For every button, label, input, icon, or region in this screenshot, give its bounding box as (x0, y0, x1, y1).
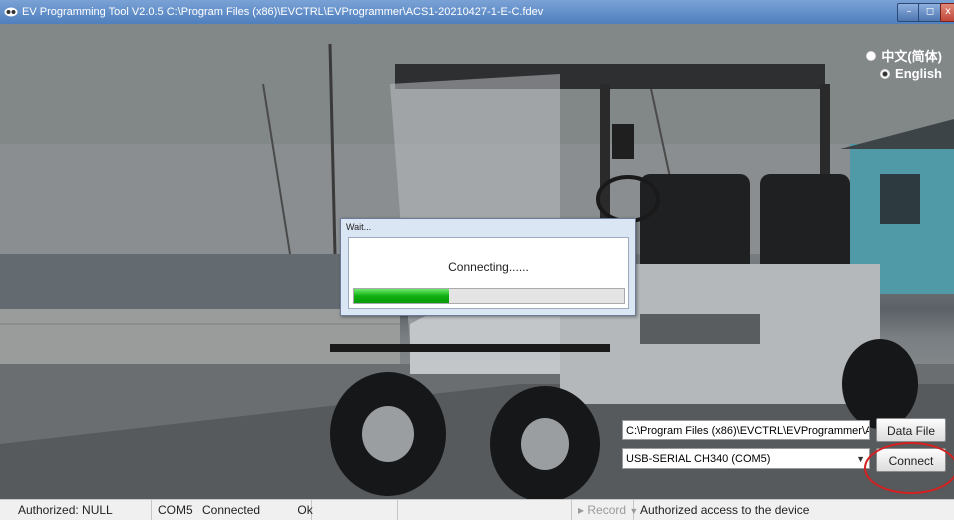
language-label: English (895, 66, 942, 81)
status-connection: COM5 Connected Ok (152, 500, 313, 520)
status-port: COM5 (158, 503, 193, 517)
language-option-chinese[interactable]: 中文(简体) (866, 46, 942, 65)
progress-fill (354, 289, 449, 303)
app-icon (4, 7, 18, 17)
com-port-value: USB-SERIAL CH340 (COM5) (626, 453, 771, 465)
close-button[interactable]: x (940, 3, 954, 22)
record-icon: ▸ (578, 503, 585, 517)
dialog-title: Wait... (346, 222, 372, 232)
language-label: 中文(简体) (881, 49, 942, 64)
record-button[interactable]: ▸ Record ▼ (572, 500, 638, 520)
maximize-button[interactable]: ◻ (918, 3, 942, 22)
status-message: Authorized access to the device (640, 503, 810, 517)
highlight-annotation (864, 442, 954, 494)
connecting-message: Connecting...... (448, 260, 529, 274)
status-bar: Authorized: NULL COM5 Connected Ok ▸ Rec… (0, 499, 954, 520)
title-bar: EV Programming Tool V2.0.5 C:\Program Fi… (0, 0, 954, 24)
data-file-button[interactable]: Data File (876, 418, 946, 442)
status-authorized: Authorized: NULL (12, 500, 152, 520)
status-connection-state: Connected (202, 503, 261, 517)
window-title: EV Programming Tool V2.0.5 C:\Program Fi… (22, 6, 544, 18)
com-port-select[interactable]: USB-SERIAL CH340 (COM5) ▼ (622, 448, 870, 469)
data-file-path-field[interactable]: C:\Program Files (x86)\EVCTRL\EVProgramm… (622, 420, 870, 440)
status-result: Ok (297, 503, 313, 517)
language-option-english[interactable]: English (880, 66, 942, 81)
background-photo: 中文(简体) English C:\Program Files (x86)\EV… (0, 24, 954, 499)
status-empty-1 (312, 500, 398, 520)
wait-dialog: Wait... Connecting...... (340, 218, 636, 316)
record-label: Record (587, 503, 627, 517)
dialog-body: Connecting...... (348, 237, 629, 309)
radio-selected-icon (880, 68, 891, 79)
radio-button-icon (866, 50, 877, 61)
progress-bar (353, 288, 625, 304)
status-empty-2 (398, 500, 572, 520)
